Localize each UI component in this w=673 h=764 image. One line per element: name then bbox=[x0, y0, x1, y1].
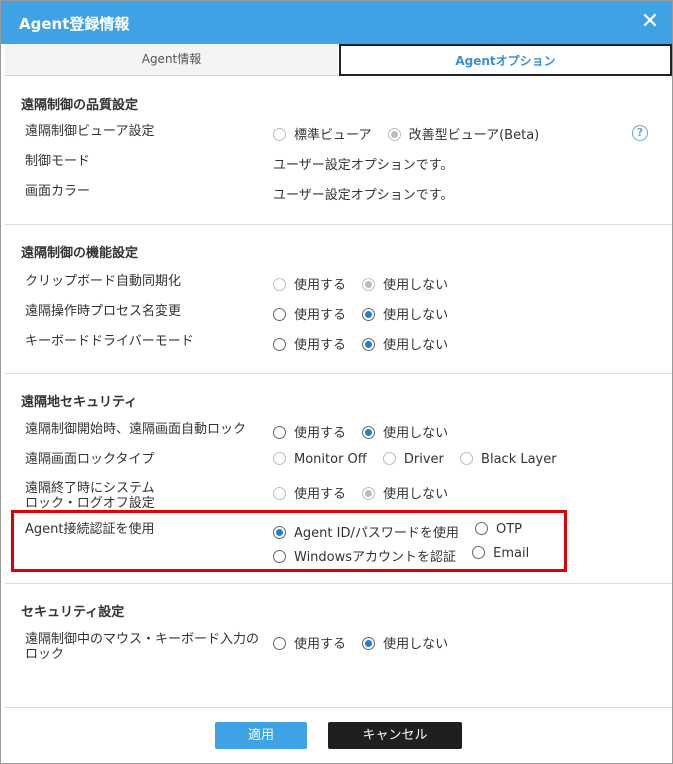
viewer-standard-option[interactable]: 標準ビューア bbox=[273, 124, 371, 143]
auto-lock-nouse-option[interactable]: 使用しない bbox=[362, 422, 448, 441]
highlight-box bbox=[11, 510, 567, 572]
input-lock-label-line1: 遠隔制御中のマウス・キーボード入力の bbox=[25, 632, 260, 647]
screen-color-value-wrap: ユーザー設定オプションです。 bbox=[273, 184, 453, 203]
dialog-title: Agent登録情報 bbox=[19, 15, 130, 33]
radio-icon bbox=[460, 452, 474, 465]
close-icon[interactable]: ✕ bbox=[636, 6, 664, 38]
section-title-remote-security: 遠隔地セキュリティ bbox=[21, 395, 138, 410]
viewer-improved-option[interactable]: 改善型ビューア(Beta) bbox=[387, 124, 539, 143]
radio-icon bbox=[273, 308, 286, 321]
radio-icon bbox=[273, 278, 286, 291]
clipboard-sync-options: 使用する 使用しない bbox=[273, 274, 460, 293]
system-lock-label-line2: ロック・ログオフ設定 bbox=[25, 496, 155, 511]
keyboard-driver-use-option[interactable]: 使用する bbox=[273, 334, 346, 353]
help-icon[interactable]: ? bbox=[632, 125, 648, 141]
system-lock-use-option[interactable]: 使用する bbox=[273, 483, 346, 502]
lock-type-options: Monitor Off Driver Black Layer bbox=[273, 452, 569, 467]
system-lock-nouse-option[interactable]: 使用しない bbox=[362, 483, 448, 502]
cancel-button[interactable]: キャンセル bbox=[328, 722, 462, 749]
lock-type-monitor-off-option[interactable]: Monitor Off bbox=[273, 452, 367, 467]
process-name-options: 使用する 使用しない bbox=[273, 304, 460, 323]
lock-type-driver-option[interactable]: Driver bbox=[382, 452, 444, 467]
keyboard-driver-nouse-option[interactable]: 使用しない bbox=[362, 334, 448, 353]
auto-lock-options: 使用する 使用しない bbox=[273, 422, 460, 441]
system-lock-options: 使用する 使用しない bbox=[273, 483, 460, 502]
radio-icon bbox=[273, 487, 286, 500]
viewer-setting-options: 標準ビューア 改善型ビューア(Beta) bbox=[273, 124, 551, 143]
radio-checked-icon bbox=[362, 637, 376, 650]
divider bbox=[5, 583, 672, 584]
input-lock-use-option[interactable]: 使用する bbox=[273, 633, 346, 652]
section-title-quality: 遠隔制御の品質設定 bbox=[21, 98, 139, 113]
system-lock-label: 遠隔終了時にシステム ロック・ログオフ設定 bbox=[25, 481, 275, 511]
clipboard-use-option[interactable]: 使用する bbox=[273, 274, 346, 293]
radio-icon bbox=[382, 452, 396, 465]
screen-color-value: ユーザー設定オプションです。 bbox=[273, 188, 454, 203]
radio-icon bbox=[273, 338, 286, 351]
tab-agent-options[interactable]: Agentオプション bbox=[339, 44, 672, 76]
lock-type-label: 遠隔画面ロックタイプ bbox=[25, 452, 155, 467]
keyboard-driver-options: 使用する 使用しない bbox=[273, 334, 460, 353]
radio-icon bbox=[273, 128, 286, 141]
radio-checked-icon bbox=[362, 338, 376, 351]
radio-checked-icon bbox=[362, 278, 376, 291]
clipboard-nouse-option[interactable]: 使用しない bbox=[362, 274, 448, 293]
process-name-use-option[interactable]: 使用する bbox=[273, 304, 346, 323]
agent-registration-dialog: Agent登録情報 ✕ Agent情報 Agentオプション 遠隔制御の品質設定… bbox=[0, 0, 673, 764]
section-title-security: セキュリティ設定 bbox=[21, 605, 125, 620]
radio-checked-icon bbox=[387, 128, 401, 141]
screen-color-label: 画面カラー bbox=[25, 184, 91, 199]
radio-icon bbox=[273, 637, 286, 650]
clipboard-sync-label: クリップボード自動同期化 bbox=[25, 274, 182, 289]
radio-icon bbox=[273, 426, 286, 439]
tab-agent-info[interactable]: Agent情報 bbox=[5, 44, 338, 76]
section-title-function: 遠隔制御の機能設定 bbox=[21, 246, 139, 261]
control-mode-value-wrap: ユーザー設定オプションです。 bbox=[273, 154, 453, 173]
dialog-titlebar: Agent登録情報 ✕ bbox=[1, 1, 672, 44]
system-lock-label-line1: 遠隔終了時にシステム bbox=[25, 481, 155, 496]
dialog-footer: 適用 キャンセル bbox=[1, 707, 672, 763]
keyboard-driver-label: キーボードドライバーモード bbox=[25, 334, 194, 349]
auto-lock-label: 遠隔制御開始時、遠隔画面自動ロック bbox=[25, 422, 247, 437]
input-lock-label: 遠隔制御中のマウス・キーボード入力の ロック bbox=[25, 632, 285, 662]
apply-button[interactable]: 適用 bbox=[215, 722, 307, 749]
tab-bar: Agent情報 Agentオプション bbox=[5, 44, 672, 76]
divider bbox=[5, 224, 672, 225]
control-mode-label: 制御モード bbox=[25, 154, 91, 169]
input-lock-nouse-option[interactable]: 使用しない bbox=[362, 633, 448, 652]
auto-lock-use-option[interactable]: 使用する bbox=[273, 422, 346, 441]
radio-checked-icon bbox=[362, 308, 376, 321]
divider bbox=[5, 373, 672, 374]
radio-icon bbox=[273, 452, 286, 465]
radio-checked-icon bbox=[362, 426, 376, 439]
control-mode-value: ユーザー設定オプションです。 bbox=[273, 158, 454, 173]
viewer-setting-label: 遠隔制御ビューア設定 bbox=[25, 124, 155, 139]
input-lock-options: 使用する 使用しない bbox=[273, 633, 460, 652]
lock-type-black-layer-option[interactable]: Black Layer bbox=[460, 452, 557, 467]
process-name-label: 遠隔操作時プロセス名変更 bbox=[25, 304, 182, 319]
input-lock-label-line2: ロック bbox=[25, 647, 65, 662]
radio-checked-icon bbox=[362, 487, 376, 500]
process-name-nouse-option[interactable]: 使用しない bbox=[362, 304, 448, 323]
